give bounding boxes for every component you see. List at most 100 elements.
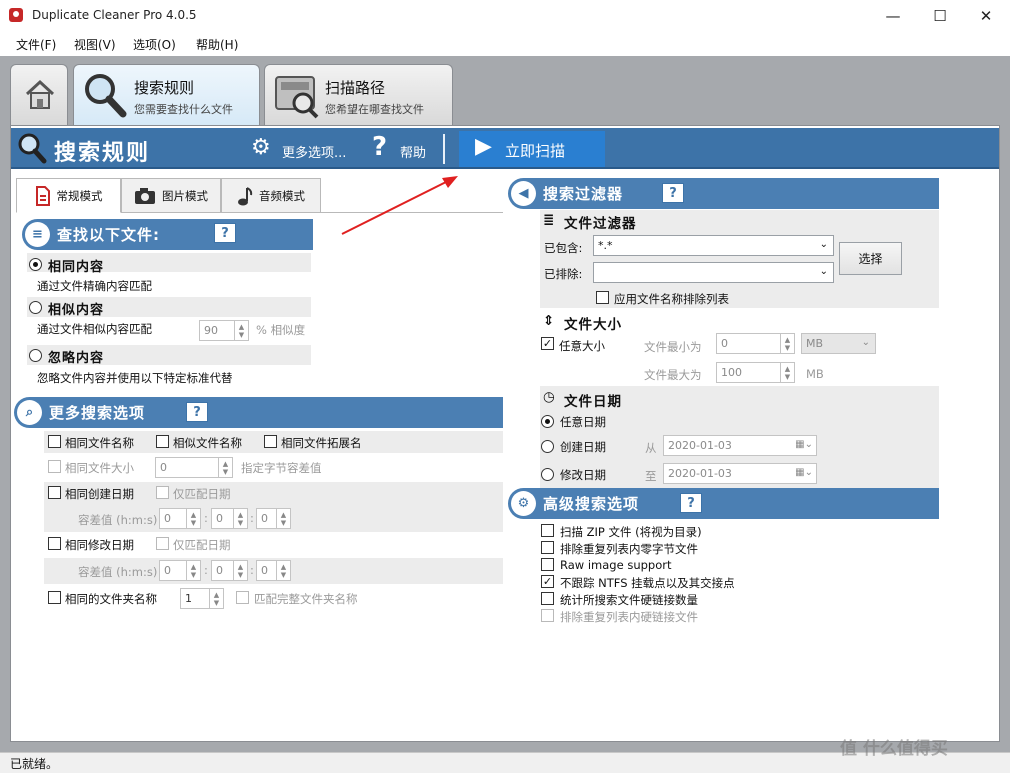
colon: : [204, 563, 208, 577]
similarity-unit: % 相似度 [256, 323, 306, 337]
exclude-hardlink-checkbox[interactable] [541, 609, 554, 622]
any-date-radio[interactable] [541, 415, 554, 428]
any-date-label: 任意日期 [560, 415, 606, 429]
apply-exclude-checkbox[interactable] [596, 291, 609, 304]
modified-date-label: 修改日期 [560, 468, 606, 482]
ignore-content-radio[interactable] [29, 349, 42, 362]
file-date-title: 文件日期 [564, 394, 622, 410]
help-button[interactable]: 帮助 [400, 142, 426, 161]
from-date-picker[interactable]: 2020-01-03 ▦⌄ [663, 435, 817, 456]
size-unit-select[interactable]: MB ⌄ [801, 333, 876, 354]
full-folder-checkbox[interactable] [236, 591, 249, 604]
ntfs-mount-checkbox[interactable]: ✓ [541, 575, 554, 588]
created-tolerance-label: 容差值 (h:m:s) [78, 513, 158, 527]
created-hours-spinner[interactable]: 0 ▲ ▼ [159, 508, 201, 529]
any-size-checkbox[interactable]: ✓ [541, 337, 554, 350]
raw-image-checkbox[interactable] [541, 558, 554, 571]
similarity-spinner[interactable]: 90 ▲ ▼ [199, 320, 249, 341]
spinner-arrows-icon: ▲ ▼ [780, 334, 794, 353]
same-name-checkbox[interactable] [48, 435, 61, 448]
folder-level-spinner[interactable]: 1 ▲ ▼ [180, 588, 224, 609]
to-date-picker[interactable]: 2020-01-03 ▦⌄ [663, 463, 817, 484]
menu-view[interactable]: 视图(V) [74, 36, 116, 53]
tab-audio-mode-label: 音频模式 [259, 188, 305, 203]
created-minutes-spinner[interactable]: 0 ▲ ▼ [211, 508, 248, 529]
apply-exclude-label: 应用文件名称排除列表 [614, 292, 729, 306]
window-title: Duplicate Cleaner Pro 4.0.5 [32, 8, 197, 22]
size-tolerance-spinner[interactable]: 0 ▲ ▼ [155, 457, 233, 478]
created-seconds-spinner[interactable]: 0 ▲ ▼ [256, 508, 291, 529]
advanced-header: ⚙ 高级搜索选项 [508, 488, 939, 519]
include-combo[interactable]: *.* ⌄ [593, 235, 834, 256]
select-button[interactable]: 选择 [839, 242, 902, 275]
folder-level-value: 1 [185, 592, 192, 605]
similar-name-checkbox[interactable] [156, 435, 169, 448]
header-title: 搜索规则 [54, 141, 151, 166]
full-folder-label: 匹配完整文件夹名称 [254, 592, 358, 606]
spinner-arrows-icon: ▲ ▼ [209, 589, 223, 608]
min-size-value: 0 [721, 337, 728, 350]
minutes-value: 0 [216, 512, 223, 525]
ntfs-mount-label: 不跟踪 NTFS 挂载点以及其交接点 [560, 576, 735, 590]
scan-now-button[interactable]: ▶ 立即扫描 [459, 131, 605, 167]
file-filter-title: 文件过滤器 [564, 216, 637, 232]
exclude-combo[interactable]: ⌄ [593, 262, 834, 283]
funnel-icon: ◀ [511, 181, 536, 206]
created-date-radio[interactable] [541, 440, 554, 453]
tab-scan-paths-title: 扫描路径 [325, 79, 386, 97]
same-content-label: 相同内容 [48, 260, 105, 275]
tab-audio-mode[interactable]: 音频模式 [221, 178, 321, 213]
tab-search-rules[interactable]: 搜索规则 您需要查找什么文件 [73, 64, 260, 126]
max-size-spinner[interactable]: 100 ▲ ▼ [716, 362, 795, 383]
min-size-label: 文件最小为 [644, 340, 702, 354]
menu-options[interactable]: 选项(O) [133, 36, 176, 53]
advanced-help-button[interactable]: ? [680, 493, 702, 513]
same-folder-checkbox[interactable] [48, 591, 61, 604]
more-search-help-button[interactable]: ? [186, 402, 208, 422]
file-size-title: 文件大小 [564, 317, 622, 333]
menu-file[interactable]: 文件(F) [16, 36, 56, 53]
created-date-label: 创建日期 [560, 440, 606, 454]
modified-date-radio[interactable] [541, 468, 554, 481]
tab-home[interactable] [10, 64, 68, 125]
header-magnifier-icon [18, 133, 47, 164]
same-content-radio[interactable] [29, 258, 42, 271]
magnifier-icon [85, 74, 127, 118]
tab-scan-paths-subtitle: 您希望在哪查找文件 [325, 103, 424, 116]
maximize-button[interactable]: ☐ [917, 0, 963, 32]
spinner-arrows-icon: ▲ ▼ [233, 509, 247, 528]
minimize-button[interactable]: — [870, 0, 916, 32]
spinner-arrows-icon: ▲ ▼ [186, 561, 200, 580]
same-modified-checkbox[interactable] [48, 537, 61, 550]
tab-normal-mode[interactable]: 常规模式 [16, 178, 121, 213]
menu-help[interactable]: 帮助(H) [196, 36, 238, 53]
tab-image-mode[interactable]: 图片模式 [121, 178, 221, 213]
more-search-title: 更多搜索选项 [49, 404, 146, 422]
same-created-checkbox[interactable] [48, 486, 61, 499]
tab-scan-paths[interactable]: 扫描路径 您希望在哪查找文件 [264, 64, 453, 125]
hardlink-count-checkbox[interactable] [541, 592, 554, 605]
same-ext-checkbox[interactable] [264, 435, 277, 448]
exclude-zero-byte-checkbox[interactable] [541, 541, 554, 554]
more-options-button[interactable]: 更多选项... [282, 142, 346, 161]
chevron-down-icon: ⌄ [819, 266, 828, 277]
music-note-icon [238, 186, 253, 205]
find-files-title: 查找以下文件: [57, 226, 160, 244]
same-size-checkbox[interactable] [48, 460, 61, 473]
status-text: 已就绪。 [10, 757, 59, 771]
spinner-arrows-icon: ▲ ▼ [276, 561, 290, 580]
created-date-only-checkbox[interactable] [156, 486, 169, 499]
find-files-help-button[interactable]: ? [214, 223, 236, 243]
modified-minutes-spinner[interactable]: 0 ▲ ▼ [211, 560, 248, 581]
calendar-icon: ▦⌄ [795, 467, 813, 478]
search-filter-help-button[interactable]: ? [662, 183, 684, 203]
modified-date-only-checkbox[interactable] [156, 537, 169, 550]
min-size-spinner[interactable]: 0 ▲ ▼ [716, 333, 795, 354]
hours-value: 0 [164, 512, 171, 525]
hardlink-count-label: 统计所搜索文件硬链接数量 [560, 593, 698, 607]
modified-seconds-spinner[interactable]: 0 ▲ ▼ [256, 560, 291, 581]
modified-hours-spinner[interactable]: 0 ▲ ▼ [159, 560, 201, 581]
scan-zip-checkbox[interactable] [541, 524, 554, 537]
close-button[interactable]: ✕ [963, 0, 1009, 32]
similar-content-radio[interactable] [29, 301, 42, 314]
